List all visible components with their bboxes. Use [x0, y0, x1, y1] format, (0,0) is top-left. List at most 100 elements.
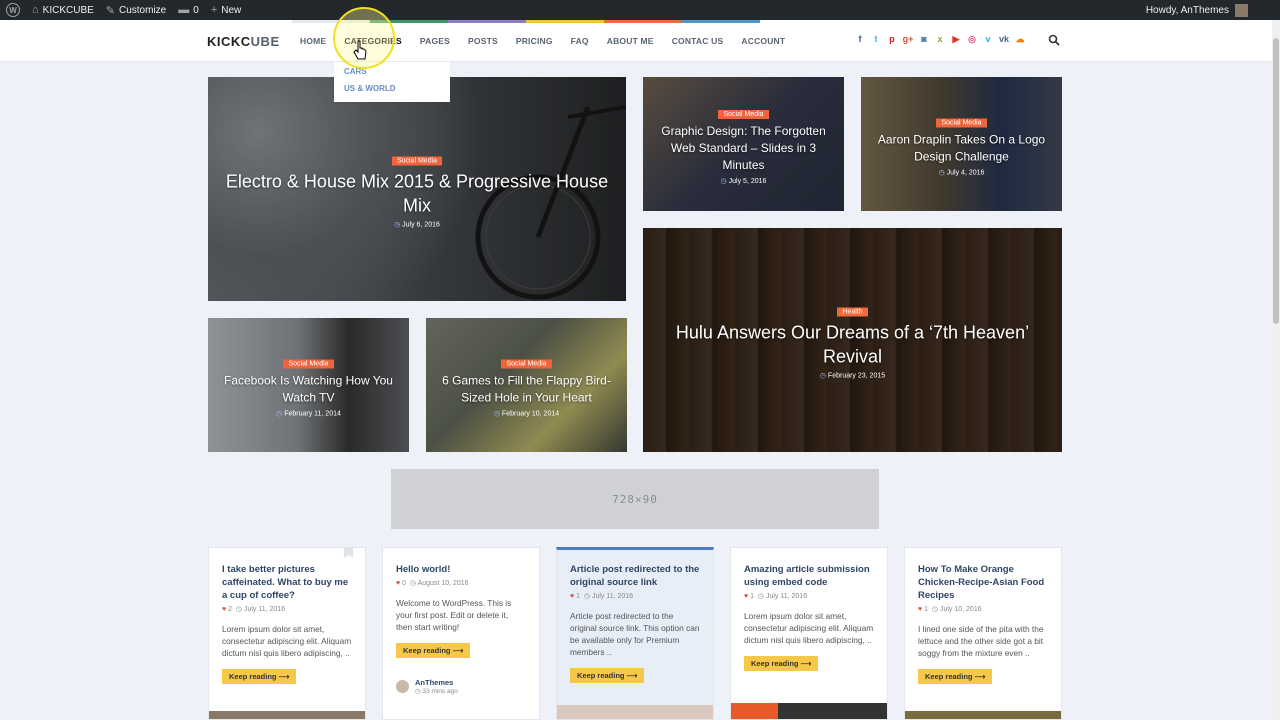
post-title[interactable]: Hello world!	[396, 563, 526, 576]
home-icon: ⌂	[32, 4, 39, 16]
xing-icon[interactable]: x	[932, 34, 948, 45]
category-badge[interactable]: Social Media	[391, 156, 443, 166]
post-thumbnail[interactable]	[557, 705, 713, 719]
keep-reading-button[interactable]: Keep reading ⟶	[222, 669, 297, 684]
post-meta: ♥ 1 ◷ July 11, 2016	[570, 593, 634, 600]
post-thumbnail[interactable]	[209, 711, 365, 719]
post-time: ◷ 33 mins ago	[415, 688, 458, 695]
comment-icon: ▬	[178, 4, 190, 16]
card-title[interactable]: Electro & House Mix 2015 & Progressive H…	[222, 170, 612, 218]
featured-card-2[interactable]: Social Media Graphic Design: The Forgott…	[643, 77, 844, 211]
card-date: July 4, 2016	[875, 169, 1048, 177]
soundcloud-icon[interactable]: ☁	[1012, 34, 1028, 45]
post-excerpt: Welcome to WordPress. This is your first…	[396, 598, 512, 632]
post-excerpt: I lined one side of the pita with the le…	[918, 624, 1044, 658]
heart-icon[interactable]: ♥	[744, 593, 748, 600]
dropdown-item-us-world[interactable]: US & WORLD	[344, 84, 396, 93]
featured-card-1[interactable]: Social Media Electro & House Mix 2015 & …	[208, 77, 626, 301]
author-name[interactable]: AnThemes	[415, 678, 458, 687]
nav-about-me[interactable]: ABOUT ME	[607, 36, 654, 46]
post-card-3: Article post redirected to the original …	[556, 547, 714, 720]
facebook-icon[interactable]: f	[852, 34, 868, 45]
keep-reading-button[interactable]: Keep reading ⟶	[570, 668, 645, 683]
site-logo[interactable]: KICKCUBE	[207, 34, 280, 49]
nav-home[interactable]: HOME	[300, 36, 326, 46]
post-card-4: Amazing article submission using embed c…	[730, 547, 888, 720]
post-thumbnail[interactable]	[731, 703, 887, 719]
card-date: February 11, 2014	[222, 410, 395, 418]
card-title[interactable]: Facebook Is Watching How You Watch TV	[222, 373, 395, 407]
brush-icon: ✎	[105, 4, 115, 17]
vimeo-icon[interactable]: v	[980, 34, 996, 45]
heart-icon[interactable]: ♥	[396, 580, 400, 587]
card-title[interactable]: Graphic Design: The Forgotten Web Standa…	[657, 123, 830, 174]
card-content: Social Media Graphic Design: The Forgott…	[643, 103, 844, 185]
category-badge[interactable]: Social Media	[283, 359, 334, 369]
featured-card-3[interactable]: Social Media Aaron Draplin Takes On a Lo…	[861, 77, 1062, 211]
heart-icon[interactable]: ♥	[918, 606, 922, 613]
category-badge[interactable]: Social Media	[501, 359, 552, 369]
bookmark-icon[interactable]	[344, 548, 353, 558]
nav-faq[interactable]: FAQ	[571, 36, 589, 46]
post-excerpt: Lorem ipsum dolor sit amet, consectetur …	[222, 624, 352, 658]
scrollbar-thumb[interactable]	[1273, 38, 1279, 324]
keep-reading-button[interactable]: Keep reading ⟶	[744, 656, 819, 671]
admin-account-menu[interactable]: Howdy, AnThemes	[1146, 3, 1280, 17]
post-meta: ♥ 1 ◷ July 10, 2016	[918, 606, 982, 613]
nav-contact-us[interactable]: CONTAC US	[672, 36, 724, 46]
heart-icon[interactable]: ♥	[222, 606, 226, 613]
wordpress-logo[interactable]: W	[0, 0, 26, 20]
youtube-icon[interactable]: ▶	[948, 34, 964, 45]
wordpress-icon: W	[6, 3, 20, 17]
featured-card-4[interactable]: Health Hulu Answers Our Dreams of a ‘7th…	[643, 228, 1062, 452]
card-content: Social Media Electro & House Mix 2015 & …	[208, 150, 626, 229]
post-title[interactable]: Article post redirected to the original …	[570, 563, 700, 589]
social-links: f t p g+ ◙ x ▶ ◎ v vk ☁	[852, 34, 1028, 45]
nav-pricing[interactable]: PRICING	[516, 36, 553, 46]
nav-account[interactable]: ACCOUNT	[741, 36, 785, 46]
search-icon[interactable]	[1048, 34, 1060, 46]
admin-new-link[interactable]: + New	[205, 0, 247, 20]
category-badge[interactable]: Social Media	[936, 118, 987, 128]
post-meta: ♥ 0 ◷ August 10, 2016	[396, 580, 469, 587]
card-date: July 5, 2016	[657, 177, 830, 185]
heart-icon[interactable]: ♥	[570, 593, 574, 600]
avatar	[1235, 3, 1248, 17]
categories-dropdown: CARS US & WORLD	[334, 62, 450, 102]
post-title[interactable]: I take better pictures caffeinated. What…	[222, 563, 352, 602]
admin-site-link[interactable]: ⌂ KICKCUBE	[26, 0, 100, 20]
keep-reading-button[interactable]: Keep reading ⟶	[918, 669, 993, 684]
instagram-icon[interactable]: ◙	[916, 34, 932, 45]
nav-posts[interactable]: POSTS	[468, 36, 498, 46]
pinterest-icon[interactable]: p	[884, 34, 900, 45]
post-thumbnail[interactable]	[905, 711, 1061, 719]
avatar[interactable]	[396, 680, 409, 693]
category-badge[interactable]: Social Media	[718, 110, 769, 119]
card-title[interactable]: 6 Games to Fill the Flappy Bird-Sized Ho…	[440, 373, 613, 407]
post-title[interactable]: Amazing article submission using embed c…	[744, 563, 874, 589]
plus-icon: +	[210, 4, 218, 16]
post-card-1: I take better pictures caffeinated. What…	[208, 547, 366, 720]
twitter-icon[interactable]: t	[868, 34, 884, 45]
admin-bar: W ⌂ KICKCUBE ✎ Customize ▬ 0 + New Howdy, An…	[0, 0, 1280, 20]
vk-icon[interactable]: vk	[996, 34, 1012, 45]
ad-banner[interactable]: 728×90	[391, 469, 879, 529]
admin-customize-link[interactable]: ✎ Customize	[100, 0, 172, 20]
dribbble-icon[interactable]: ◎	[964, 34, 980, 45]
googleplus-icon[interactable]: g+	[900, 34, 916, 45]
featured-card-5[interactable]: Social Media Facebook Is Watching How Yo…	[208, 318, 409, 452]
post-title[interactable]: How To Make Orange Chicken-Recipe-Asian …	[918, 563, 1048, 602]
card-content: Social Media 6 Games to Fill the Flappy …	[426, 353, 627, 418]
keep-reading-button[interactable]: Keep reading ⟶	[396, 643, 471, 658]
post-card-2: Hello world! ♥ 0 ◷ August 10, 2016 Welco…	[382, 547, 540, 720]
card-title[interactable]: Aaron Draplin Takes On a Logo Design Cha…	[875, 132, 1048, 166]
featured-card-6[interactable]: Social Media 6 Games to Fill the Flappy …	[426, 318, 627, 452]
nav-pages[interactable]: PAGES	[420, 36, 450, 46]
card-title[interactable]: Hulu Answers Our Dreams of a ‘7th Heaven…	[657, 321, 1048, 369]
page-scrollbar[interactable]	[1272, 20, 1280, 720]
card-date: February 23, 2015	[657, 372, 1048, 380]
admin-comments-link[interactable]: ▬ 0	[172, 0, 205, 20]
post-excerpt: Lorem ipsum dolor sit amet, consectetur …	[744, 611, 874, 645]
category-badge[interactable]: Health	[837, 307, 868, 317]
post-meta: ♥ 2 ◷ July 11, 2016	[222, 606, 286, 613]
